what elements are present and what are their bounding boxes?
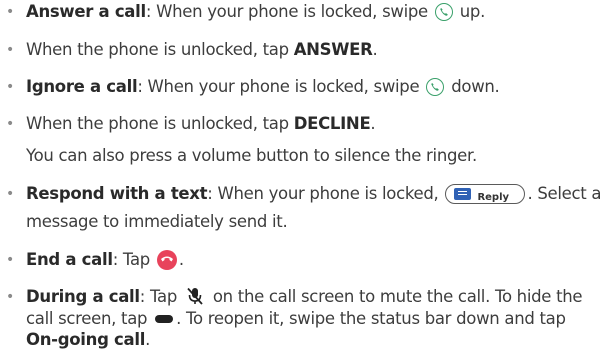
bullet: •: [6, 42, 14, 58]
phone-decline-icon: [426, 77, 445, 96]
bullet: •: [6, 186, 14, 202]
bullet: •: [6, 79, 14, 95]
hide-bar-icon: [155, 314, 174, 323]
message-icon: [454, 187, 472, 200]
bullet: •: [6, 116, 14, 132]
decline-label: DECLINE: [293, 114, 371, 133]
bullet: •: [6, 252, 14, 268]
term-respond-text: Respond with a text: [26, 184, 208, 203]
microphone-mute-icon: [185, 286, 205, 306]
end-call-icon: [156, 249, 177, 270]
term-during-call: During a call: [26, 287, 140, 306]
phone-answer-icon: [434, 2, 453, 21]
bullet: •: [6, 4, 14, 20]
instruction-list: • Answer a call: When your phone is lock…: [6, 2, 602, 349]
term-answer-call: Answer a call: [26, 2, 146, 21]
bullet: •: [6, 289, 14, 305]
term-end-call: End a call: [26, 250, 113, 269]
answer-label: ANSWER: [293, 40, 373, 59]
term-ignore-call: Ignore a call: [26, 77, 138, 96]
ongoing-call-label: On-going call: [26, 330, 146, 349]
reply-message-icon: Reply: [445, 183, 526, 204]
